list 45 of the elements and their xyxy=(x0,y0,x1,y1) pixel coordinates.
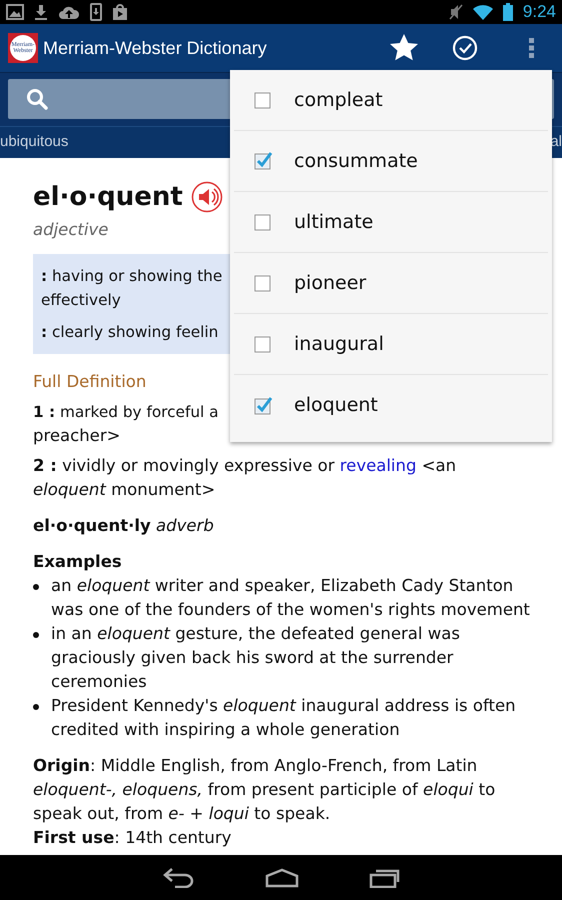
origin-text: Origin: Middle English, from Anglo-French, from Latin eloquent-, eloquens, from present participle of eloqui to speak out, from e- + loqui to speak. xyxy=(33,755,496,825)
wifi-icon xyxy=(472,4,493,20)
checkbox-checked-icon[interactable] xyxy=(254,151,274,171)
definition-text: preacher> xyxy=(33,425,120,447)
shopping-bag-icon xyxy=(112,4,128,20)
first-use-text: First use: 14th century xyxy=(33,827,232,849)
run-on-entry: el·o·quent·ly adverb xyxy=(33,515,215,537)
muted-icon xyxy=(448,4,463,20)
recent-apps-icon[interactable] xyxy=(369,868,401,888)
menu-item[interactable]: pioneer xyxy=(234,253,548,314)
definition-text: 2 : vividly or movingly expressive or revealing <an eloquent monument> xyxy=(33,455,458,501)
overflow-menu-icon[interactable] xyxy=(528,37,536,59)
bullet-icon xyxy=(33,632,39,638)
definition-text: 1 : marked by forceful a xyxy=(33,402,219,423)
search-icon xyxy=(26,88,48,110)
home-icon[interactable] xyxy=(265,868,299,888)
part-of-speech: adjective xyxy=(33,219,108,241)
image-icon xyxy=(6,4,24,20)
bullet-icon xyxy=(33,584,39,590)
speaker-icon[interactable] xyxy=(190,181,223,213)
menu-item[interactable]: eloquent xyxy=(234,375,548,436)
checkmark-circle-icon[interactable] xyxy=(452,35,478,61)
phone-download-icon xyxy=(90,3,102,21)
word-link[interactable]: revealing xyxy=(340,456,416,475)
definition-text: : clearly showing feelin xyxy=(41,322,218,343)
cloud-upload-icon xyxy=(58,4,80,20)
menu-item[interactable]: compleat xyxy=(234,70,548,131)
clock-time: 9:24 xyxy=(522,1,556,24)
example-text: President Kennedy's eloquent inaugural address is often credited with inspiring a whole generation xyxy=(51,695,517,741)
menu-item[interactable]: inaugural xyxy=(234,314,548,375)
app-title: Merriam-Webster Dictionary xyxy=(43,36,267,60)
definition-text: effectively xyxy=(41,290,121,311)
download-icon xyxy=(34,4,48,20)
menu-item[interactable]: ultimate xyxy=(234,192,548,253)
definition-text: : having or showing the xyxy=(41,266,222,287)
section-heading: Full Definition xyxy=(33,371,148,393)
battery-icon xyxy=(502,3,513,21)
headword: el·o·quent xyxy=(33,181,183,214)
back-icon[interactable] xyxy=(161,868,195,888)
checkbox-checked-icon[interactable] xyxy=(254,396,274,416)
star-icon[interactable] xyxy=(389,33,419,63)
menu-item[interactable]: consummate xyxy=(234,131,548,192)
section-heading: Examples xyxy=(33,551,123,573)
bullet-icon xyxy=(33,704,39,710)
word-tab[interactable]: ubiquitous xyxy=(0,131,68,154)
